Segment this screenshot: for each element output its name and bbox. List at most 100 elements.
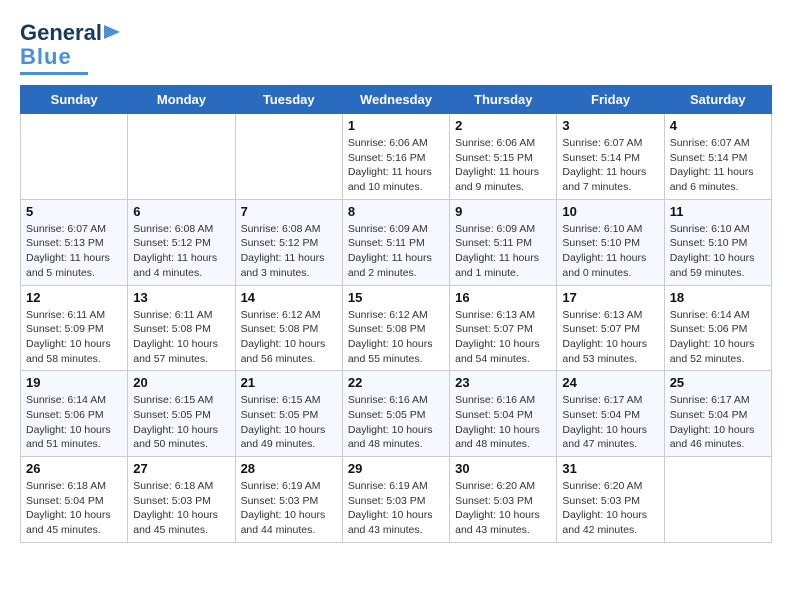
day-info: Sunrise: 6:14 AMSunset: 5:06 PMDaylight:… — [670, 308, 766, 367]
day-info: Sunrise: 6:09 AMSunset: 5:11 PMDaylight:… — [348, 222, 444, 281]
day-info: Sunrise: 6:13 AMSunset: 5:07 PMDaylight:… — [562, 308, 658, 367]
day-number: 29 — [348, 461, 444, 476]
calendar-cell: 8 Sunrise: 6:09 AMSunset: 5:11 PMDaylight… — [342, 199, 449, 285]
column-header-tuesday: Tuesday — [235, 86, 342, 114]
column-header-sunday: Sunday — [21, 86, 128, 114]
column-header-friday: Friday — [557, 86, 664, 114]
day-info: Sunrise: 6:07 AMSunset: 5:14 PMDaylight:… — [562, 136, 658, 195]
day-number: 6 — [133, 204, 229, 219]
column-header-monday: Monday — [128, 86, 235, 114]
day-number: 5 — [26, 204, 122, 219]
column-header-wednesday: Wednesday — [342, 86, 449, 114]
calendar-cell: 20Sunrise: 6:15 AMSunset: 5:05 PMDayligh… — [128, 371, 235, 457]
day-number: 27 — [133, 461, 229, 476]
page-header: General Blue — [20, 20, 772, 75]
day-info: Sunrise: 6:16 AMSunset: 5:04 PMDaylight:… — [455, 393, 551, 452]
day-info: Sunrise: 6:16 AMSunset: 5:05 PMDaylight:… — [348, 393, 444, 452]
day-number: 3 — [562, 118, 658, 133]
logo-blue: Blue — [20, 44, 72, 69]
calendar-cell: 18 Sunrise: 6:14 AMSunset: 5:06 PMDayligh… — [664, 285, 771, 371]
calendar-cell: 2 Sunrise: 6:06 AMSunset: 5:15 PMDaylight… — [450, 114, 557, 200]
day-number: 1 — [348, 118, 444, 133]
day-number: 8 — [348, 204, 444, 219]
calendar-cell: 30 Sunrise: 6:20 AMSunset: 5:03 PMDayligh… — [450, 457, 557, 543]
day-info: Sunrise: 6:12 AMSunset: 5:08 PMDaylight:… — [241, 308, 337, 367]
day-number: 2 — [455, 118, 551, 133]
day-info: Sunrise: 6:06 AMSunset: 5:15 PMDaylight:… — [455, 136, 551, 195]
day-info: Sunrise: 6:18 AMSunset: 5:04 PMDaylight:… — [26, 479, 122, 538]
calendar-cell: 29 Sunrise: 6:19 AMSunset: 5:03 PMDayligh… — [342, 457, 449, 543]
day-number: 31 — [562, 461, 658, 476]
logo-underline — [20, 72, 88, 75]
day-number: 10 — [562, 204, 658, 219]
logo: General Blue — [20, 20, 124, 75]
day-info: Sunrise: 6:17 AMSunset: 5:04 PMDaylight:… — [562, 393, 658, 452]
day-number: 18 — [670, 290, 766, 305]
day-number: 9 — [455, 204, 551, 219]
calendar-cell: 11 Sunrise: 6:10 AMSunset: 5:10 PMDayligh… — [664, 199, 771, 285]
day-info: Sunrise: 6:15 AMSunset: 5:05 PMDaylight:… — [133, 393, 229, 452]
day-number: 24 — [562, 375, 658, 390]
calendar-cell: 25 Sunrise: 6:17 AMSunset: 5:04 PMDayligh… — [664, 371, 771, 457]
day-number: 17 — [562, 290, 658, 305]
day-info: Sunrise: 6:14 AMSunset: 5:06 PMDaylight:… — [26, 393, 122, 452]
day-info: Sunrise: 6:12 AMSunset: 5:08 PMDaylight:… — [348, 308, 444, 367]
calendar-cell: 28 Sunrise: 6:19 AMSunset: 5:03 PMDayligh… — [235, 457, 342, 543]
day-info: Sunrise: 6:13 AMSunset: 5:07 PMDaylight:… — [455, 308, 551, 367]
column-header-thursday: Thursday — [450, 86, 557, 114]
calendar-cell: 9Sunrise: 6:09 AMSunset: 5:11 PMDaylight… — [450, 199, 557, 285]
day-info: Sunrise: 6:19 AMSunset: 5:03 PMDaylight:… — [241, 479, 337, 538]
day-number: 4 — [670, 118, 766, 133]
calendar-cell — [21, 114, 128, 200]
day-number: 26 — [26, 461, 122, 476]
calendar-cell: 7Sunrise: 6:08 AMSunset: 5:12 PMDaylight… — [235, 199, 342, 285]
day-number: 11 — [670, 204, 766, 219]
calendar-cell: 26 Sunrise: 6:18 AMSunset: 5:04 PMDayligh… — [21, 457, 128, 543]
day-number: 7 — [241, 204, 337, 219]
calendar-cell: 23 Sunrise: 6:16 AMSunset: 5:04 PMDayligh… — [450, 371, 557, 457]
calendar-cell: 4 Sunrise: 6:07 AMSunset: 5:14 PMDaylight… — [664, 114, 771, 200]
calendar-cell: 27 Sunrise: 6:18 AMSunset: 5:03 PMDayligh… — [128, 457, 235, 543]
day-info: Sunrise: 6:07 AMSunset: 5:14 PMDaylight:… — [670, 136, 766, 195]
day-info: Sunrise: 6:18 AMSunset: 5:03 PMDaylight:… — [133, 479, 229, 538]
logo-general: General — [20, 20, 102, 46]
day-info: Sunrise: 6:10 AMSunset: 5:10 PMDaylight:… — [562, 222, 658, 281]
day-info: Sunrise: 6:07 AMSunset: 5:13 PMDaylight:… — [26, 222, 122, 281]
day-number: 15 — [348, 290, 444, 305]
column-header-saturday: Saturday — [664, 86, 771, 114]
day-info: Sunrise: 6:19 AMSunset: 5:03 PMDaylight:… — [348, 479, 444, 538]
day-info: Sunrise: 6:20 AMSunset: 5:03 PMDaylight:… — [455, 479, 551, 538]
day-number: 23 — [455, 375, 551, 390]
day-info: Sunrise: 6:11 AMSunset: 5:08 PMDaylight:… — [133, 308, 229, 367]
logo-arrow-icon — [104, 23, 124, 41]
day-info: Sunrise: 6:11 AMSunset: 5:09 PMDaylight:… — [26, 308, 122, 367]
day-number: 22 — [348, 375, 444, 390]
day-info: Sunrise: 6:10 AMSunset: 5:10 PMDaylight:… — [670, 222, 766, 281]
day-number: 16 — [455, 290, 551, 305]
calendar-cell: 15 Sunrise: 6:12 AMSunset: 5:08 PMDayligh… — [342, 285, 449, 371]
day-info: Sunrise: 6:20 AMSunset: 5:03 PMDaylight:… — [562, 479, 658, 538]
calendar-week-row: 1 Sunrise: 6:06 AMSunset: 5:16 PMDaylight… — [21, 114, 772, 200]
calendar-week-row: 19 Sunrise: 6:14 AMSunset: 5:06 PMDayligh… — [21, 371, 772, 457]
calendar-cell — [664, 457, 771, 543]
day-info: Sunrise: 6:15 AMSunset: 5:05 PMDaylight:… — [241, 393, 337, 452]
calendar-cell — [128, 114, 235, 200]
calendar-cell: 3 Sunrise: 6:07 AMSunset: 5:14 PMDaylight… — [557, 114, 664, 200]
calendar-cell: 31 Sunrise: 6:20 AMSunset: 5:03 PMDayligh… — [557, 457, 664, 543]
calendar-week-row: 26 Sunrise: 6:18 AMSunset: 5:04 PMDayligh… — [21, 457, 772, 543]
calendar-week-row: 12Sunrise: 6:11 AMSunset: 5:09 PMDayligh… — [21, 285, 772, 371]
calendar-cell: 21Sunrise: 6:15 AMSunset: 5:05 PMDayligh… — [235, 371, 342, 457]
day-number: 25 — [670, 375, 766, 390]
calendar-cell: 1 Sunrise: 6:06 AMSunset: 5:16 PMDaylight… — [342, 114, 449, 200]
calendar-cell: 24 Sunrise: 6:17 AMSunset: 5:04 PMDayligh… — [557, 371, 664, 457]
calendar-cell: 19 Sunrise: 6:14 AMSunset: 5:06 PMDayligh… — [21, 371, 128, 457]
day-number: 30 — [455, 461, 551, 476]
day-number: 19 — [26, 375, 122, 390]
day-number: 28 — [241, 461, 337, 476]
day-info: Sunrise: 6:17 AMSunset: 5:04 PMDaylight:… — [670, 393, 766, 452]
calendar-cell: 17 Sunrise: 6:13 AMSunset: 5:07 PMDayligh… — [557, 285, 664, 371]
day-info: Sunrise: 6:06 AMSunset: 5:16 PMDaylight:… — [348, 136, 444, 195]
calendar-cell: 14Sunrise: 6:12 AMSunset: 5:08 PMDayligh… — [235, 285, 342, 371]
calendar-cell: 6Sunrise: 6:08 AMSunset: 5:12 PMDaylight… — [128, 199, 235, 285]
calendar-table: SundayMondayTuesdayWednesdayThursdayFrid… — [20, 85, 772, 543]
